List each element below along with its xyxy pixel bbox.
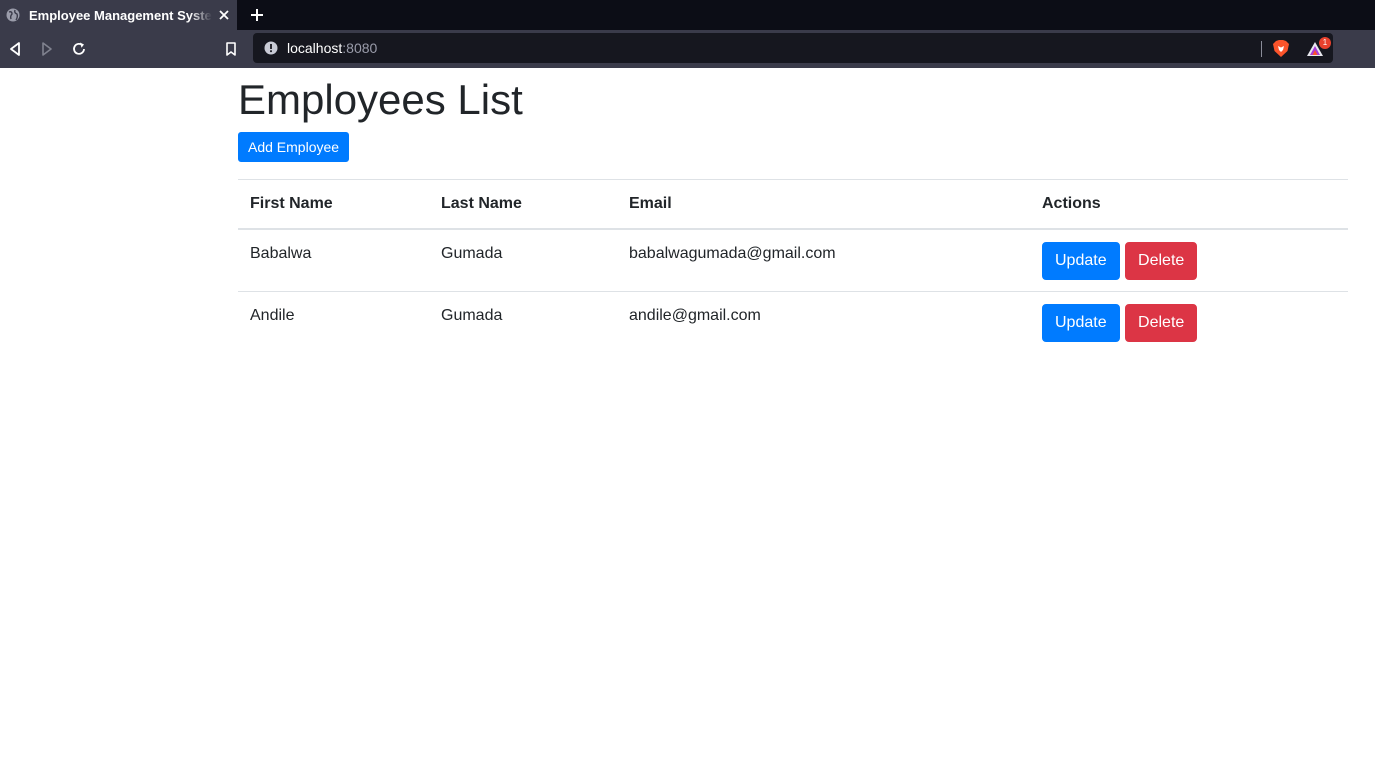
- employees-table: First Name Last Name Email Actions Babal…: [238, 179, 1348, 353]
- browser-tabstrip: Employee Management System: [0, 0, 1375, 30]
- browser-tab[interactable]: Employee Management System: [0, 0, 237, 30]
- address-bar-divider: [1261, 41, 1262, 57]
- cell-first-name: Babalwa: [250, 245, 312, 262]
- header-email: Email: [617, 179, 1030, 230]
- update-button[interactable]: Update: [1042, 242, 1120, 280]
- cell-actions: Update Delete: [1030, 229, 1348, 291]
- header-actions: Actions: [1030, 179, 1348, 230]
- cell-last-name: Gumada: [441, 245, 503, 262]
- delete-button[interactable]: Delete: [1125, 242, 1198, 280]
- header-last-name: Last Name: [429, 179, 617, 230]
- tab-title: Employee Management System: [29, 7, 212, 23]
- update-button[interactable]: Update: [1042, 303, 1120, 342]
- plus-icon[interactable]: [249, 7, 265, 23]
- table-row: Andile Gumada andile@gmail.com Update De…: [238, 290, 1348, 353]
- cell-email: andile@gmail.com: [617, 290, 1030, 353]
- back-arrow-icon[interactable]: [7, 40, 25, 58]
- url-host: localhost: [287, 40, 343, 56]
- brave-shields-icon[interactable]: [1272, 39, 1290, 58]
- reload-icon[interactable]: [70, 40, 88, 58]
- table-header-row: First Name Last Name Email Actions: [238, 179, 1348, 230]
- cell-actions: Update Delete: [1030, 290, 1348, 353]
- table-row: Babalwa Gumada babalwagumada@gmail.com U…: [238, 229, 1348, 291]
- bookmark-icon[interactable]: [222, 40, 240, 58]
- page-title: Employees List: [238, 76, 523, 123]
- info-icon[interactable]: [264, 41, 278, 55]
- delete-button[interactable]: Delete: [1125, 303, 1198, 342]
- close-icon[interactable]: [217, 8, 231, 22]
- header-first-name: First Name: [238, 179, 429, 230]
- cell-email: babalwagumada@gmail.com: [629, 245, 836, 262]
- cell-first-name: Andile: [238, 290, 429, 353]
- address-bar[interactable]: localhost:8080 1: [253, 33, 1333, 63]
- forward-arrow-icon[interactable]: [38, 40, 56, 58]
- cell-last-name: Gumada: [429, 290, 617, 353]
- add-employee-button[interactable]: Add Employee: [238, 132, 350, 162]
- browser-toolbar: localhost:8080 1: [0, 30, 1375, 68]
- globe-icon: [6, 8, 20, 22]
- url-port: :8080: [342, 40, 378, 56]
- rewards-badge: 1: [1319, 37, 1331, 49]
- url-text: localhost:8080: [287, 40, 377, 56]
